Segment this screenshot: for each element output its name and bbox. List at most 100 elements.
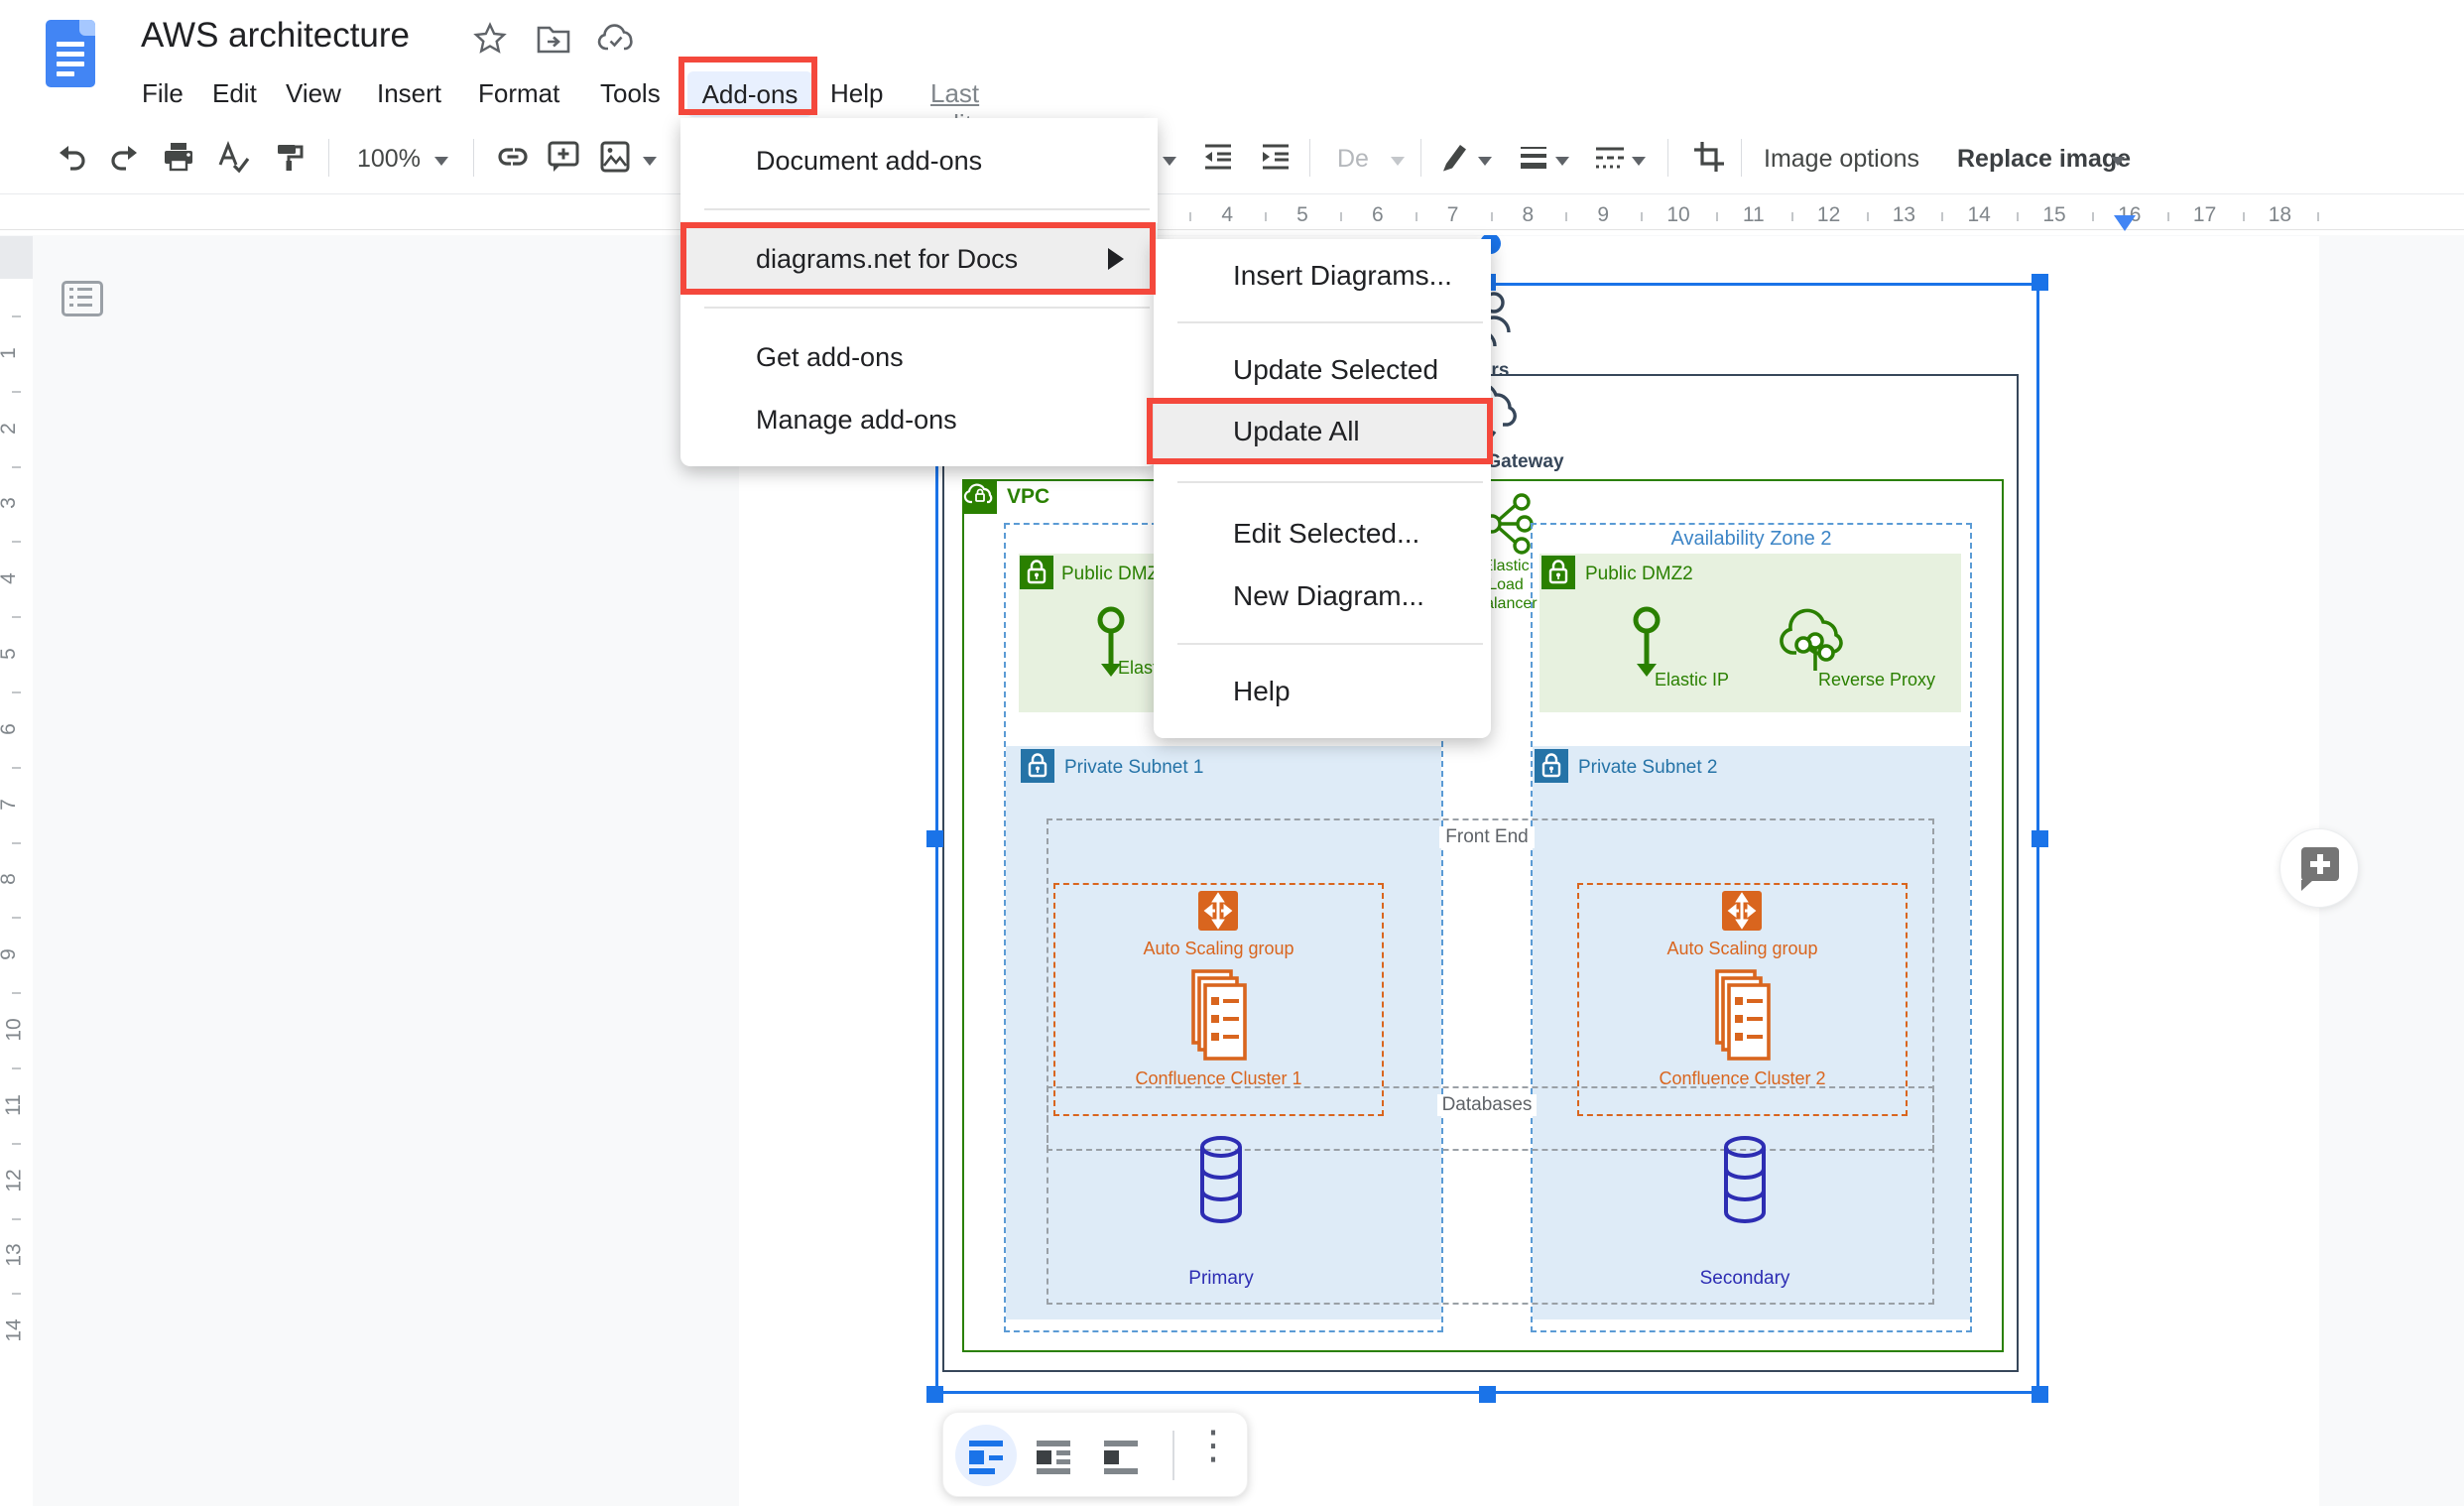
h-ruler-tick xyxy=(1491,212,1493,221)
inline-with-text-button[interactable] xyxy=(955,1425,1017,1486)
border-weight-icon[interactable] xyxy=(1516,139,1551,175)
image-position-toolbar: ⋮ xyxy=(942,1412,1248,1497)
menu-format[interactable]: Format xyxy=(478,78,559,109)
submenu-item-edit-selected[interactable]: Edit Selected... xyxy=(1233,518,1419,550)
v-ruler-tick xyxy=(12,917,21,919)
v-ruler-tick xyxy=(12,541,21,543)
redo-icon[interactable] xyxy=(108,139,144,175)
dmz1-lock-icon xyxy=(1020,556,1053,589)
selection-handle-bottom-left[interactable] xyxy=(926,1386,943,1403)
menu-divider xyxy=(704,307,1150,309)
v-ruler-tick xyxy=(12,767,21,769)
secondary-database-label: Secondary xyxy=(1675,1268,1814,1290)
h-ruler-number: 17 xyxy=(2193,203,2216,227)
selection-handle-middle-left[interactable] xyxy=(926,830,943,847)
v-ruler-number: 4 xyxy=(0,572,21,584)
auto-scaling-group-1-label: Auto Scaling group xyxy=(1053,939,1384,959)
hidden-control-caret-icon[interactable] xyxy=(1163,157,1176,166)
border-dash-caret-icon[interactable] xyxy=(1632,157,1646,166)
confluence-cluster-2-label: Confluence Cluster 2 xyxy=(1577,1068,1908,1089)
v-ruler-tick xyxy=(12,391,21,393)
v-ruler-number: 10 xyxy=(3,1018,27,1041)
insert-image-icon[interactable] xyxy=(597,139,633,175)
insert-image-caret-icon[interactable] xyxy=(643,157,657,166)
h-ruler-number: 18 xyxy=(2269,203,2291,227)
image-options-button[interactable]: Image options xyxy=(1764,145,1919,174)
document-outline-icon[interactable] xyxy=(62,281,103,316)
decrease-indent-icon[interactable] xyxy=(1200,139,1236,175)
insert-link-icon[interactable] xyxy=(495,139,531,175)
crop-icon[interactable] xyxy=(1691,139,1727,175)
h-ruler-tick xyxy=(2092,212,2094,221)
selection-handle-top-right[interactable] xyxy=(2032,274,2048,291)
submenu-item-update-selected[interactable]: Update Selected xyxy=(1233,354,1438,386)
print-icon[interactable] xyxy=(161,139,196,175)
increase-indent-icon[interactable] xyxy=(1258,139,1294,175)
add-comment-toolbar-icon[interactable] xyxy=(546,139,581,175)
zoom-caret-icon[interactable] xyxy=(434,157,448,166)
selection-handle-bottom-right[interactable] xyxy=(2032,1386,2048,1403)
submenu-item-new-diagram[interactable]: New Diagram... xyxy=(1233,580,1424,612)
menu-insert[interactable]: Insert xyxy=(377,78,441,109)
wrap-text-button[interactable] xyxy=(1023,1425,1084,1486)
menu-view[interactable]: View xyxy=(286,78,341,109)
h-ruler-number: 4 xyxy=(1221,203,1233,227)
v-ruler-number: 9 xyxy=(0,948,21,960)
front-end-label: Front End xyxy=(1439,826,1535,848)
toolbar-divider xyxy=(1172,1431,1174,1480)
private-subnet-2-label: Private Subnet 2 xyxy=(1578,757,1717,779)
v-ruler-number: 5 xyxy=(0,648,21,660)
h-ruler-number: 10 xyxy=(1666,203,1689,227)
v-ruler-number: 8 xyxy=(0,874,21,886)
auto-scaling-2-icon xyxy=(1722,891,1762,931)
selection-handle-bottom-center[interactable] xyxy=(1479,1386,1496,1403)
menu-file[interactable]: File xyxy=(142,78,184,109)
h-ruler-tick xyxy=(1716,212,1718,221)
v-ruler-tick xyxy=(12,1067,21,1069)
menu-item-manage-add-ons[interactable]: Manage add-ons xyxy=(756,405,957,436)
annotation-box-diagrams-net xyxy=(680,222,1156,295)
menu-item-get-add-ons[interactable]: Get add-ons xyxy=(756,342,904,373)
replace-image-button[interactable]: Replace image xyxy=(1957,145,2131,174)
toolbar-divider xyxy=(1309,139,1310,177)
v-ruler-tick xyxy=(12,1293,21,1295)
zoom-select[interactable]: 100% xyxy=(357,145,421,174)
replace-image-caret-icon[interactable] xyxy=(2111,157,2125,166)
document-title[interactable]: AWS architecture xyxy=(141,16,410,56)
primary-database-icon xyxy=(1198,1134,1244,1225)
v-ruler: 1234567891011121314 xyxy=(0,236,33,1506)
move-folder-icon[interactable] xyxy=(536,22,571,56)
selection-handle-middle-right[interactable] xyxy=(2032,830,2048,847)
reverse-proxy-icon xyxy=(1777,601,1854,679)
menu-tools[interactable]: Tools xyxy=(600,78,661,109)
submenu-item-help[interactable]: Help xyxy=(1233,676,1291,707)
break-text-button[interactable] xyxy=(1090,1425,1152,1486)
more-options-icon[interactable]: ⋮ xyxy=(1193,1423,1233,1468)
border-dash-icon[interactable] xyxy=(1592,139,1628,175)
border-weight-caret-icon[interactable] xyxy=(1555,157,1569,166)
menu-divider xyxy=(1177,643,1483,645)
auto-scaling-1-icon xyxy=(1198,891,1238,931)
border-color-caret-icon[interactable] xyxy=(1478,157,1492,166)
paint-format-icon[interactable] xyxy=(272,139,308,175)
undo-icon[interactable] xyxy=(53,139,88,175)
v-ruler-tick xyxy=(12,691,21,693)
style-caret-icon xyxy=(1391,157,1405,166)
menu-help[interactable]: Help xyxy=(830,78,883,109)
spell-check-icon[interactable] xyxy=(215,139,251,175)
paragraph-style-fragment: De xyxy=(1337,145,1369,174)
border-color-icon[interactable] xyxy=(1437,139,1473,175)
menu-edit[interactable]: Edit xyxy=(212,78,257,109)
h-ruler-number: 5 xyxy=(1296,203,1308,227)
v-ruler-number: 14 xyxy=(3,1319,27,1342)
h-ruler-tick xyxy=(1189,212,1191,221)
cloud-status-icon[interactable] xyxy=(597,22,635,56)
menu-divider xyxy=(704,208,1150,210)
add-comment-button[interactable] xyxy=(2279,828,2359,908)
v-ruler-margin xyxy=(0,236,33,279)
google-docs-logo[interactable] xyxy=(46,20,95,87)
submenu-item-insert-diagrams[interactable]: Insert Diagrams... xyxy=(1233,260,1452,292)
menu-item-document-add-ons[interactable]: Document add-ons xyxy=(756,146,982,177)
right-indent-marker[interactable] xyxy=(2114,215,2136,231)
star-icon[interactable] xyxy=(473,22,507,56)
